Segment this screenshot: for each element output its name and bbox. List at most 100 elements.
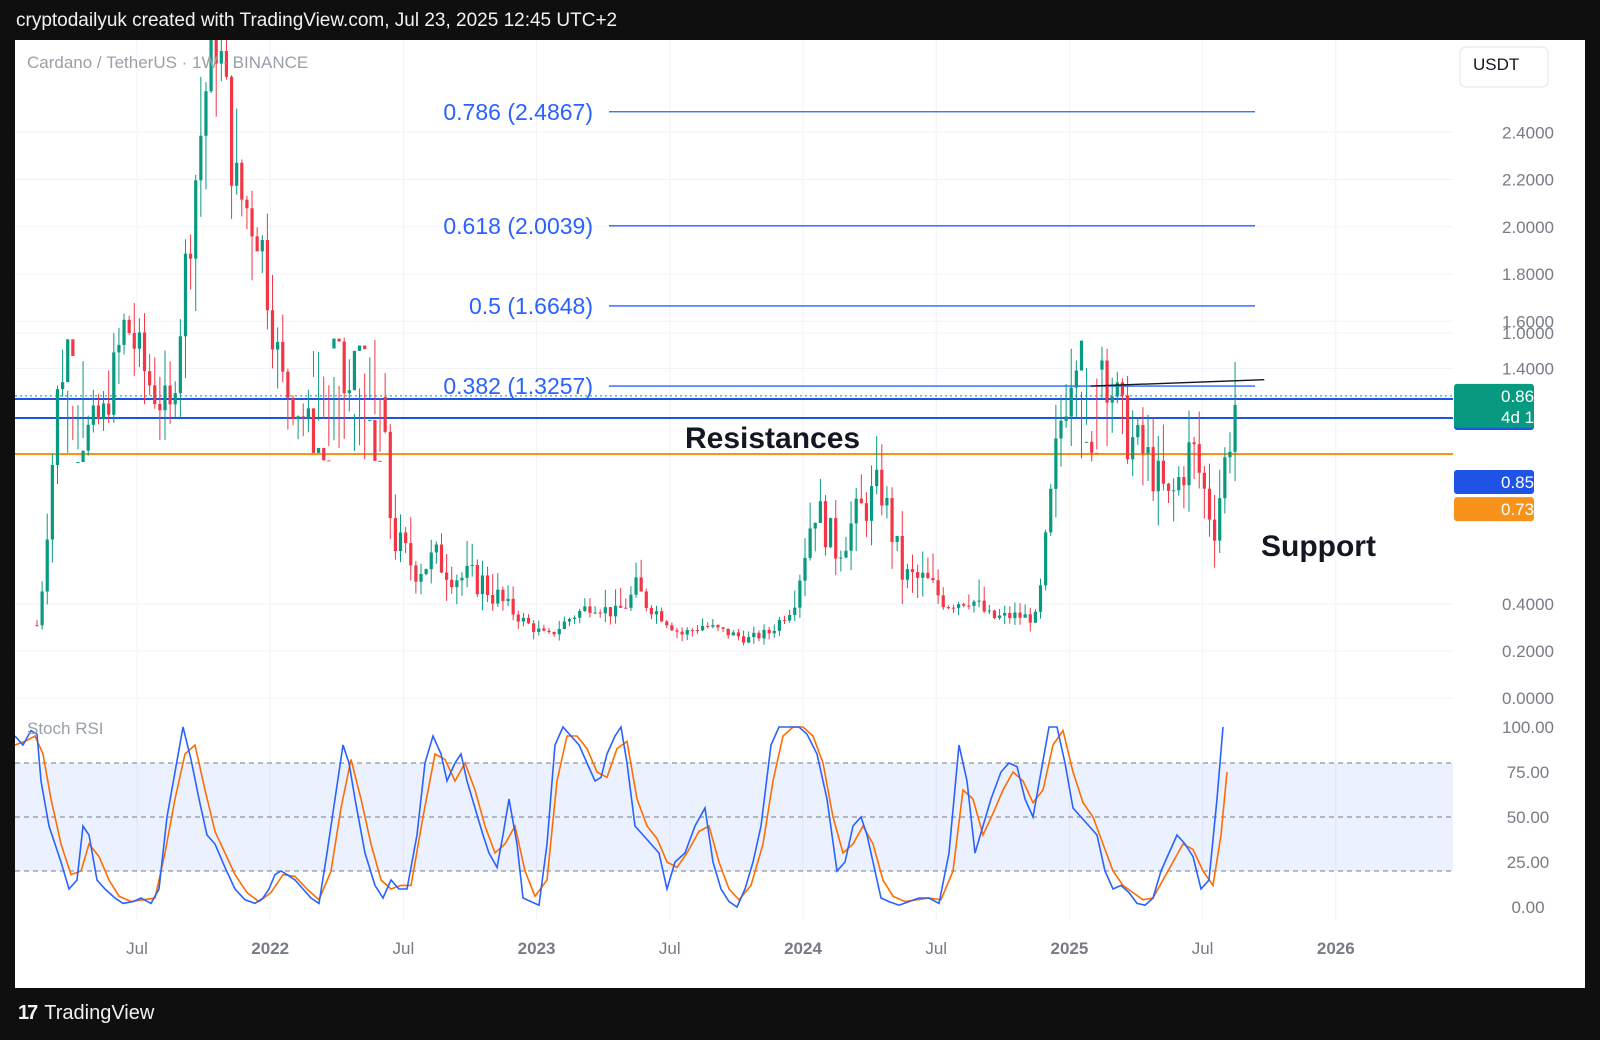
candle-body — [101, 403, 106, 420]
candle-body — [880, 469, 884, 506]
candle-body — [583, 606, 587, 611]
candle-body — [624, 607, 628, 609]
stoch-tick-label: 50.00 — [1507, 808, 1550, 827]
candle-body — [818, 501, 822, 523]
candle-body — [532, 623, 536, 632]
candle-body — [296, 416, 300, 420]
candle-body — [521, 617, 525, 622]
candle-body — [967, 605, 971, 607]
candle-body — [55, 389, 60, 465]
symbol-title: Cardano / TetherUS · 1W · BINANCE — [27, 53, 308, 72]
candle-body — [1172, 490, 1176, 492]
candle-body — [675, 630, 679, 632]
candle-body — [1136, 425, 1140, 438]
candle-body — [235, 162, 239, 186]
candle-body — [61, 382, 65, 390]
candle-body — [690, 630, 694, 632]
candle-body — [752, 632, 756, 638]
tradingview-logo-icon: 17 — [18, 1002, 38, 1024]
candle-body — [567, 619, 572, 622]
candle-body — [1018, 612, 1022, 618]
candle-body — [716, 625, 720, 628]
candle-body — [480, 575, 485, 595]
candle-body — [1079, 340, 1084, 371]
candle-body — [639, 577, 643, 592]
candle-body — [1003, 613, 1007, 616]
candle-body — [900, 535, 904, 580]
candle-body — [506, 598, 510, 602]
candle-body — [352, 350, 357, 391]
candle-body — [398, 532, 403, 552]
candle-body — [424, 569, 428, 574]
candle-body — [450, 579, 454, 588]
candle-body — [869, 486, 874, 521]
candle-body — [1105, 360, 1109, 403]
countdown-label: 4d 14h — [1501, 408, 1553, 427]
candle-body — [726, 628, 730, 636]
support-annotation: Support — [1261, 530, 1376, 563]
candle-body — [91, 405, 95, 425]
candle-body — [1038, 585, 1043, 612]
candle-body — [342, 341, 346, 394]
candle-body — [634, 577, 638, 595]
candle-body — [76, 462, 80, 464]
candle-body — [649, 607, 653, 615]
candle-body — [45, 539, 49, 592]
candle-body — [542, 628, 546, 631]
stoch-rsi-fill — [15, 763, 1453, 871]
candle-body — [86, 424, 90, 451]
candle-body — [153, 385, 157, 405]
price-tick-label: 1.8000 — [1502, 265, 1554, 284]
chart-frame: 0.786 (2.4867) 0.618 (2.0039) 0.5 (1.6648)… — [14, 0, 1585, 988]
candle-body — [731, 632, 735, 636]
time-tick-label: Jul — [1192, 939, 1214, 958]
candle-body — [445, 572, 449, 580]
candle-body — [511, 598, 515, 615]
candle-body — [1166, 483, 1171, 491]
candle-body — [885, 497, 889, 506]
candle-body — [782, 620, 787, 622]
candle-body — [1187, 442, 1191, 486]
candle-body — [204, 91, 208, 136]
candle-body — [1033, 611, 1037, 623]
price-tick-label: 2.4000 — [1502, 123, 1554, 142]
candle-body — [680, 631, 684, 635]
footer-brand[interactable]: 17 TradingView — [18, 1002, 154, 1025]
candle-body — [50, 464, 54, 540]
candle-body — [1069, 387, 1073, 417]
candle-body — [946, 607, 950, 609]
price-tick-label: 1.4000 — [1502, 360, 1554, 379]
candle-body — [409, 543, 413, 566]
candle-body — [711, 625, 715, 627]
candle-body — [1095, 452, 1099, 454]
candle-body — [357, 345, 362, 351]
candle-body — [460, 577, 464, 581]
candle-body — [1151, 447, 1155, 492]
candle-body — [1223, 457, 1227, 499]
chart-canvas[interactable]: 0.786 (2.4867) 0.618 (2.0039) 0.5 (1.6648)… — [14, 0, 1585, 988]
candle-body — [255, 236, 259, 252]
candle-body — [859, 498, 863, 504]
candle-body — [1146, 447, 1150, 454]
candle-body — [834, 518, 838, 559]
currency-button[interactable]: USDT — [1459, 46, 1549, 88]
candle-body — [1110, 396, 1114, 403]
candle-body — [741, 636, 746, 643]
candle-body — [608, 607, 613, 617]
candle-body — [378, 460, 382, 462]
candle-body — [910, 569, 915, 573]
candle-body — [404, 532, 408, 544]
candle-body — [905, 569, 909, 580]
candle-body — [240, 162, 244, 200]
stoch-rsi-band — [15, 762, 1453, 872]
time-tick-label: 2025 — [1050, 939, 1088, 958]
candle-body — [485, 575, 490, 595]
candle-body — [992, 610, 997, 619]
candle-body — [317, 447, 321, 453]
candle-body — [895, 535, 899, 542]
candle-body — [547, 630, 551, 633]
candle-body — [117, 344, 121, 353]
time-tick-label: 2024 — [784, 939, 822, 958]
candle-body — [987, 610, 991, 612]
candle-body — [941, 595, 945, 608]
